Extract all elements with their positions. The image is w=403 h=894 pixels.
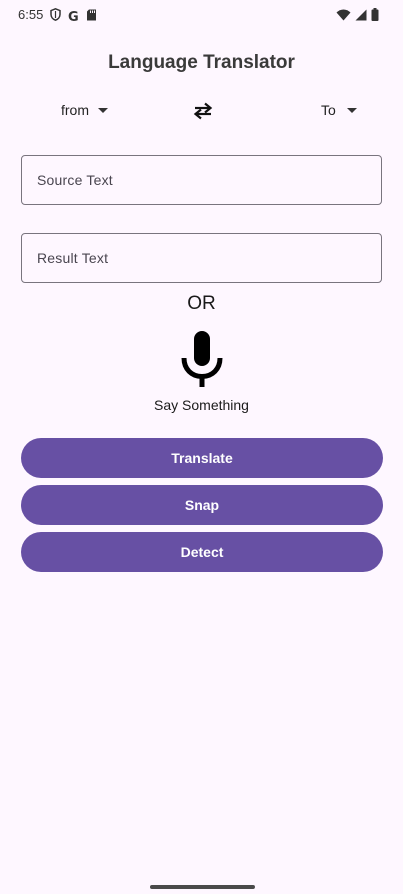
snap-button[interactable]: Snap: [21, 485, 383, 525]
signal-icon: [355, 8, 367, 26]
from-language-dropdown[interactable]: from: [61, 102, 108, 118]
result-text-label: Result Text: [37, 250, 109, 266]
detect-button-label: Detect: [180, 544, 224, 560]
sd-card-icon: [86, 8, 97, 26]
result-text-field[interactable]: Result Text: [21, 233, 382, 283]
status-right-icons: [336, 8, 379, 26]
detect-button[interactable]: Detect: [21, 532, 383, 572]
mic-button[interactable]: [181, 331, 223, 387]
home-indicator[interactable]: [150, 885, 255, 889]
chevron-down-icon: [346, 107, 357, 113]
swap-languages-button[interactable]: [192, 101, 214, 121]
google-icon: G: [68, 9, 79, 25]
wifi-icon: [336, 8, 351, 26]
battery-icon: [371, 8, 379, 26]
source-text-label: Source Text: [37, 172, 113, 188]
shield-icon: [50, 7, 61, 26]
microphone-icon: [181, 331, 223, 387]
status-bar: 6:55 G: [0, 0, 403, 30]
translate-button-label: Translate: [171, 450, 233, 466]
to-language-dropdown[interactable]: To: [321, 102, 357, 118]
app-title: Language Translator: [108, 52, 295, 73]
to-language-label: To: [321, 102, 336, 118]
status-left-icons: G: [50, 7, 97, 26]
swap-arrows-icon: [193, 102, 213, 120]
status-time: 6:55: [18, 7, 44, 22]
snap-button-label: Snap: [184, 497, 220, 513]
or-divider-text: OR: [187, 293, 216, 314]
say-something-label: Say Something: [154, 397, 249, 413]
source-text-field[interactable]: Source Text: [21, 155, 382, 205]
from-language-label: from: [61, 102, 89, 118]
translate-button[interactable]: Translate: [21, 438, 383, 478]
chevron-down-icon: [98, 107, 108, 113]
